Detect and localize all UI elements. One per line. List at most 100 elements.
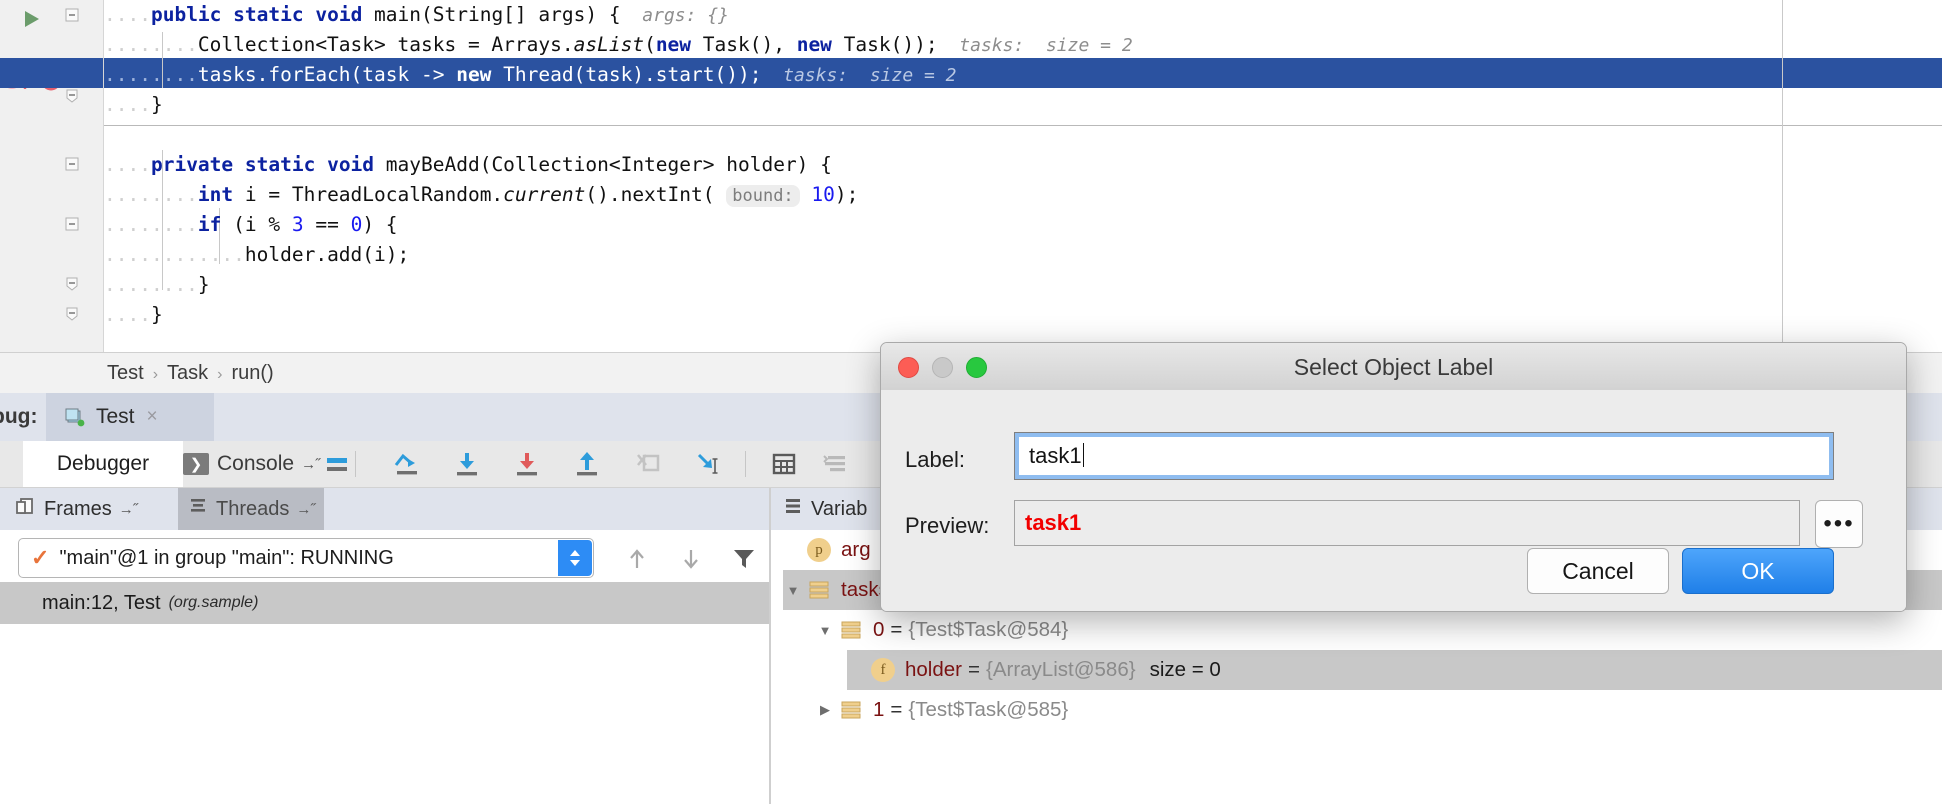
tab-console-label: Console <box>217 452 295 475</box>
tab-variables-label: Variab <box>811 497 868 520</box>
force-step-into-icon[interactable] <box>510 447 544 481</box>
fold-marker-icon[interactable] <box>64 306 80 322</box>
ok-button[interactable]: OK <box>1682 548 1834 594</box>
chevron-right-icon[interactable]: ▶ <box>815 702 835 718</box>
fold-marker-icon[interactable] <box>64 156 80 172</box>
code-line[interactable]: ........Collection<Task> tasks = Arrays.… <box>104 30 1133 60</box>
code-token: } <box>197 273 210 296</box>
code-token: new <box>655 33 703 56</box>
breadcrumb-separator: › <box>217 366 223 383</box>
dialog-titlebar[interactable]: Select Object Label <box>881 343 1906 391</box>
indent-dots: ........ <box>104 273 198 296</box>
code-token: main(String[] args) { <box>374 3 621 26</box>
code-token: new <box>456 63 504 86</box>
breadcrumb-item[interactable]: Task <box>167 362 208 384</box>
tab-variables[interactable]: Variab <box>783 488 867 530</box>
select-object-label-dialog[interactable]: Select Object Label Label: task1 Preview… <box>880 342 1907 612</box>
indent-dots: ........ <box>104 33 198 56</box>
filter-icon[interactable] <box>731 546 757 572</box>
editor-gutter[interactable]: λ <box>0 0 104 352</box>
code-token: private <box>150 153 245 176</box>
fold-marker-icon[interactable] <box>64 7 80 23</box>
code-token: if <box>197 213 234 236</box>
code-line[interactable]: ........} <box>104 270 210 300</box>
indent-dots: ........ <box>104 213 198 236</box>
fold-marker-icon[interactable] <box>64 88 80 104</box>
variable-row[interactable]: ▼ 0 = {Test$Task@584} <box>815 610 1942 650</box>
tab-frames[interactable]: Frames →˝ <box>14 488 138 530</box>
step-out-icon[interactable] <box>570 447 604 481</box>
ide-window: λ <box>0 0 1942 804</box>
ellipsis-icon: ••• <box>1823 510 1855 537</box>
label-caption: Label: <box>905 447 965 472</box>
close-icon[interactable]: × <box>147 406 158 428</box>
chevron-down-icon[interactable]: ▼ <box>815 623 835 638</box>
code-line[interactable]: ............holder.add(i); <box>104 240 409 270</box>
code-line[interactable]: ........if (i % 3 == 0) { <box>104 210 398 240</box>
gutter-highlight <box>0 58 104 88</box>
code-line[interactable]: ........int i = ThreadLocalRandom.curren… <box>104 180 858 210</box>
code-editor[interactable]: λ <box>0 0 1942 352</box>
variable-row[interactable]: f holder = {ArrayList@586} size = 0 <box>847 650 1942 690</box>
cancel-button[interactable]: Cancel <box>1527 548 1669 594</box>
code-token: 3 <box>291 213 304 236</box>
variable-row[interactable]: ▶ 1 = {Test$Task@585} <box>815 690 1942 730</box>
chevron-down-icon[interactable]: ▼ <box>783 583 803 598</box>
label-input[interactable]: task1 <box>1014 432 1834 480</box>
threads-icon <box>188 496 208 522</box>
code-token: ); <box>834 183 859 206</box>
code-token: tasks: size = 2 <box>761 65 957 86</box>
debug-session-tab[interactable]: Test × <box>46 393 214 441</box>
indent-dots: .... <box>104 93 151 116</box>
tab-console[interactable]: ❯ Console →˝ <box>183 441 340 487</box>
pin-arrow-icon[interactable]: →˝ <box>301 456 320 473</box>
browse-button[interactable]: ••• <box>1815 500 1863 548</box>
settings-layout-icon[interactable] <box>818 447 852 481</box>
code-token: current <box>503 183 586 206</box>
breadcrumb-items[interactable]: Test › Task › run() <box>107 362 274 385</box>
step-over-icon[interactable] <box>390 447 424 481</box>
fold-marker-icon[interactable] <box>64 276 80 292</box>
frame-down-icon[interactable] <box>678 546 704 572</box>
chevron-updown-icon[interactable] <box>558 540 592 576</box>
code-token: 0 <box>350 213 363 236</box>
variable-name: arg <box>841 538 871 561</box>
run-icon[interactable] <box>20 8 42 30</box>
code-line[interactable]: ....} <box>104 90 163 120</box>
evaluate-expression-icon[interactable] <box>767 447 801 481</box>
code-line[interactable]: ....} <box>104 300 163 330</box>
pin-arrow-icon[interactable]: →˝ <box>296 501 315 518</box>
thread-selector-row[interactable]: ✓ "main"@1 in group "main": RUNNING <box>0 530 770 582</box>
frames-panel-header[interactable]: Frames →˝ Threads →˝ <box>0 488 770 530</box>
stack-frame-row[interactable]: main:12, Test (org.sample) <box>0 582 770 624</box>
indent-dots: ........ <box>104 63 198 86</box>
frames-icon <box>14 495 36 523</box>
pin-arrow-icon[interactable]: →˝ <box>119 501 138 518</box>
drop-frame-icon[interactable] <box>632 447 666 481</box>
code-line[interactable]: ....public static void main(String[] arg… <box>104 0 729 30</box>
code-lines[interactable]: ....public static void main(String[] arg… <box>104 0 1942 352</box>
indent-dots: ............ <box>104 243 245 266</box>
indent-dots: .... <box>104 303 151 326</box>
code-token: 10 <box>811 183 835 206</box>
thread-selector[interactable]: ✓ "main"@1 in group "main": RUNNING <box>18 538 594 578</box>
tab-debugger[interactable]: Debugger <box>23 441 183 487</box>
breadcrumb-item[interactable]: Test <box>107 362 144 384</box>
array-badge-icon <box>839 698 863 722</box>
breadcrumb-item[interactable]: run() <box>231 362 273 384</box>
fold-marker-icon[interactable] <box>64 216 80 232</box>
tab-threads[interactable]: Threads →˝ <box>178 488 325 530</box>
run-to-cursor-icon[interactable] <box>690 447 724 481</box>
mute-breakpoints-icon[interactable] <box>320 447 354 481</box>
code-line[interactable]: ....private static void mayBeAdd(Collect… <box>104 150 832 180</box>
frames-panel[interactable]: Frames →˝ Threads →˝ ✓ "main"@1 in group… <box>0 488 771 804</box>
debug-session-tab-label: Test <box>96 405 135 428</box>
frames-panel-body <box>0 624 770 804</box>
code-token: } <box>150 93 163 116</box>
code-token: i = ThreadLocalRandom. <box>244 183 504 206</box>
stack-frame-package: (org.sample) <box>168 594 259 611</box>
code-token: args: {} <box>620 5 729 26</box>
code-line[interactable]: ........tasks.forEach(task -> new Thread… <box>104 60 957 90</box>
frame-up-icon[interactable] <box>624 546 650 572</box>
step-into-icon[interactable] <box>450 447 484 481</box>
